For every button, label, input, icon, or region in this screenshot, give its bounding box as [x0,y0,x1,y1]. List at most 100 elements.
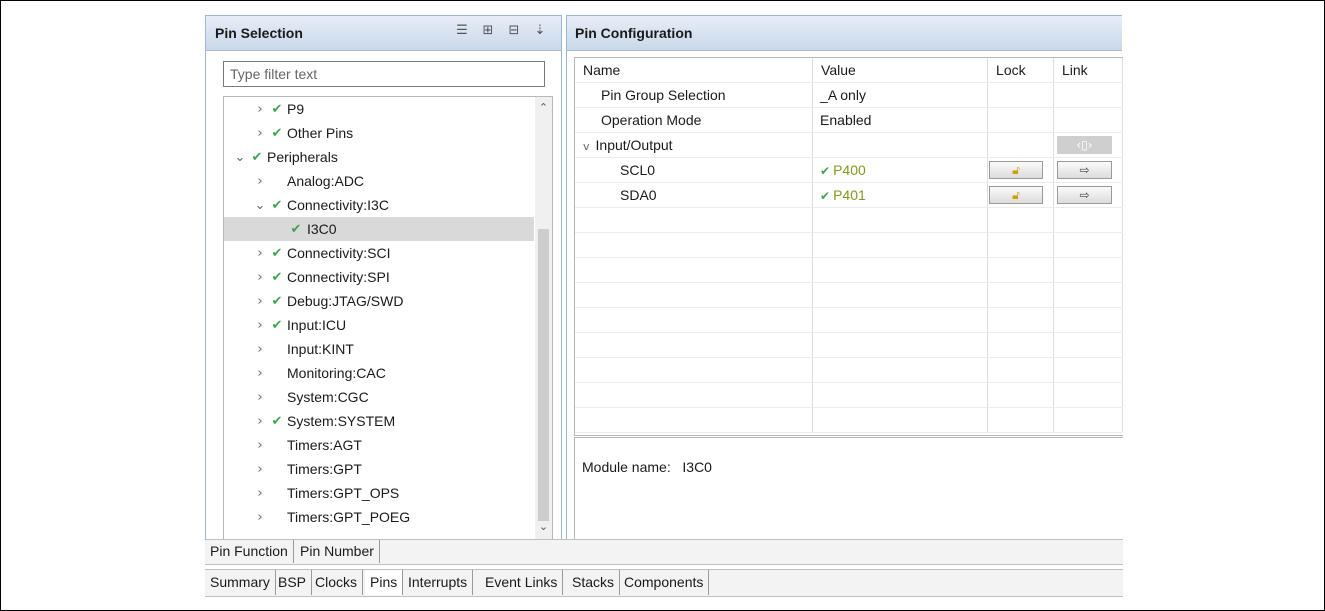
tree-item[interactable]: › Timers:AGT [224,433,534,457]
table-row[interactable]: v Input/Output ‹▯› [575,132,1123,158]
row-group[interactable]: v Input/Output [575,132,814,158]
empty-cell [575,257,814,283]
column-header-link[interactable]: Link [1053,58,1123,83]
collapse-arrow-icon[interactable]: ⌄ [254,198,266,213]
row-value[interactable]: ✔ P401 [812,182,989,208]
tree-item[interactable]: › Analog:ADC [224,169,534,193]
expand-arrow-icon[interactable]: › [254,486,266,501]
column-header-lock[interactable]: Lock [987,58,1054,83]
sort-alpha-icon[interactable]: ⇣ [533,24,547,38]
tree-scrollbar[interactable]: ⌃ ⌄ [535,97,552,539]
column-header-value[interactable]: Value [812,58,989,83]
expand-arrow-icon[interactable]: › [254,246,266,261]
tab-event-links[interactable]: Event Links [480,570,564,595]
empty-table-row [575,407,1123,433]
expand-arrow-icon[interactable]: › [254,294,266,309]
expand-arrow-icon[interactable]: › [254,366,266,381]
expand-arrow-icon[interactable]: › [254,414,266,429]
show-list-icon[interactable]: ☰ [455,24,469,38]
row-value[interactable]: _A only [812,82,989,108]
filter-input[interactable] [223,61,545,87]
tree-item-label: Timers:GPT [287,461,362,477]
tree-item-label: Timers:AGT [287,437,362,453]
tab-pin-number[interactable]: Pin Number [295,540,380,563]
row-lock-cell [987,107,1054,133]
expand-arrow-icon[interactable]: › [254,342,266,357]
tree-item[interactable]: › Input:KINT [224,337,534,361]
navigate-arrows-icon[interactable]: ‹▯› [1057,136,1112,155]
empty-cell [575,357,814,383]
check-icon: ✔ [290,221,302,237]
pin-configuration-header: Pin Configuration [567,16,1122,51]
row-lock-cell: 🔓︎ [987,157,1054,183]
tree-item-label: Monitoring:CAC [287,365,386,381]
table-row[interactable]: Pin Group Selection _A only [575,82,1123,108]
lock-icon[interactable]: 🔓︎ [989,161,1044,180]
row-value[interactable]: ✔ P400 [812,157,989,183]
expand-arrow-icon[interactable]: › [254,390,266,405]
expand-all-icon[interactable]: ⊞ [481,24,495,38]
collapse-all-icon[interactable]: ⊟ [507,24,521,38]
tab-pin-function[interactable]: Pin Function [205,540,294,563]
tab-clocks[interactable]: Clocks [310,570,364,595]
row-value[interactable]: Enabled [812,107,989,133]
collapse-arrow-icon[interactable]: ⌄ [234,150,246,165]
row-value [812,132,989,158]
tab-pins[interactable]: Pins [365,570,404,595]
tree-item[interactable]: › ✔ Input:ICU [224,313,534,337]
expand-arrow-icon[interactable]: › [254,318,266,333]
table-row[interactable]: Operation Mode Enabled [575,107,1123,133]
link-arrow-icon[interactable]: ⇨ [1057,161,1112,180]
expand-arrow-icon[interactable]: › [254,174,266,189]
expand-icon[interactable]: v [583,140,590,153]
link-arrow-icon[interactable]: ⇨ [1057,186,1112,205]
tab-interrupts[interactable]: Interrupts [403,570,474,595]
table-row[interactable]: SDA0 ✔ P401 🔓︎ ⇨ [575,182,1123,208]
tree-item[interactable]: › ✔ Debug:JTAG/SWD [224,289,534,313]
check-icon: ✔ [820,189,831,203]
tree-item[interactable]: ✔ I3C0 [224,217,534,241]
scroll-up-icon[interactable]: ⌃ [535,101,552,118]
tree-item[interactable]: › ✔ P9 [224,97,534,121]
table-row[interactable]: SCL0 ✔ P400 🔓︎ ⇨ [575,157,1123,183]
tree-item-label: System:SYSTEM [287,413,396,429]
lock-icon[interactable]: 🔓︎ [989,186,1044,205]
expand-arrow-icon[interactable]: › [254,270,266,285]
row-name: Input/Output [595,137,673,153]
check-icon: ✔ [271,245,283,261]
tab-components[interactable]: Components [619,570,710,595]
scroll-down-icon[interactable]: ⌄ [535,520,552,537]
tree-item[interactable]: › Timers:GPT_OPS [224,481,534,505]
empty-cell [987,332,1054,358]
expand-arrow-icon[interactable]: › [254,438,266,453]
tab-stacks[interactable]: Stacks [567,570,621,595]
tree-item[interactable]: › Timers:GPT_POEG [224,505,534,529]
empty-cell [812,307,989,333]
tree-item[interactable]: ⌄ ✔ Peripherals [224,145,534,169]
row-lock-cell [987,132,1054,158]
tree-item[interactable]: › ✔ Connectivity:SCI [224,241,534,265]
tab-bsp[interactable]: BSP [273,570,313,595]
empty-cell [987,232,1054,258]
empty-cell [575,332,814,358]
expand-arrow-icon[interactable]: › [254,510,266,525]
check-icon: ✔ [271,413,283,429]
empty-cell [812,257,989,283]
expand-arrow-icon[interactable]: › [254,462,266,477]
tab-summary[interactable]: Summary [205,570,276,595]
expand-arrow-icon[interactable]: › [254,126,266,141]
tree-item[interactable]: › ✔ Other Pins [224,121,534,145]
scroll-thumb[interactable] [538,229,549,521]
expand-arrow-icon[interactable]: › [254,102,266,117]
tree-item[interactable]: › ✔ System:SYSTEM [224,409,534,433]
tree-item[interactable]: › ✔ Connectivity:SPI [224,265,534,289]
tree-item[interactable]: › Timers:GPT [224,457,534,481]
pin-value: P401 [833,187,866,203]
pin-configuration-title: Pin Configuration [575,25,693,41]
tree-item[interactable]: › Monitoring:CAC [224,361,534,385]
tree-item-label: Timers:GPT_OPS [287,485,400,501]
tree-item[interactable]: ⌄ ✔ Connectivity:I3C [224,193,534,217]
tree-item[interactable]: › System:CGC [224,385,534,409]
module-info-box: Module name: I3C0 [574,437,1123,540]
column-header-name[interactable]: Name [575,58,814,83]
